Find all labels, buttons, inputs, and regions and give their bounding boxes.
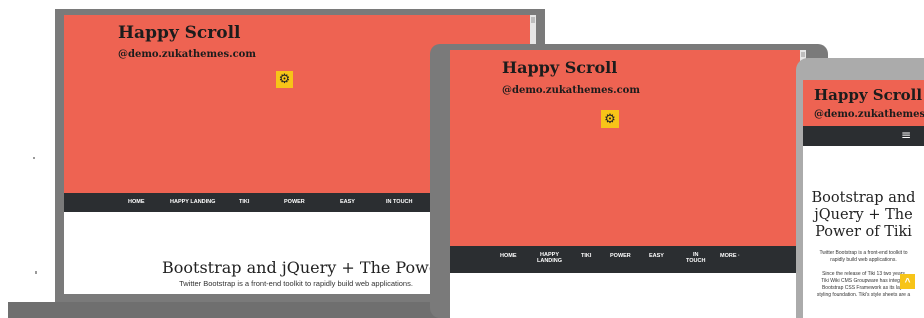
content-heading-line2: jQuery + The <box>814 207 913 223</box>
site-subtitle: @demo.zukathemes.com <box>814 109 924 120</box>
content-lead-line2: rapidly build web applications. <box>830 256 897 263</box>
nav-happy-landing-line2: LANDING <box>537 258 563 265</box>
gear-icon[interactable]: ⚙ <box>601 110 619 128</box>
tablet-screen: Happy Scroll @demo.zukathemes.com ⚙ HOME… <box>450 50 806 318</box>
gear-icon[interactable]: ⚙ <box>276 71 293 88</box>
scrollbar-thumb[interactable] <box>801 52 805 57</box>
scroll-top-button[interactable]: ^ <box>900 274 915 289</box>
nav-in-touch-line2: TOUCH <box>686 258 706 265</box>
laptop-base <box>8 302 448 318</box>
phone-screen: Happy Scroll @demo.zukathemes.com ≡ Boot… <box>803 80 924 318</box>
site-title[interactable]: Happy Scroll <box>814 86 922 104</box>
responsive-preview: Happy Scroll @demo.zukathemes.com ⚙ HOME… <box>0 0 924 318</box>
content-heading: Bootstrap and jQuery + The Power of Tiki <box>803 190 924 241</box>
nav-tiki[interactable]: TIKI <box>239 199 249 205</box>
hamburger-icon[interactable]: ≡ <box>899 128 913 142</box>
content-lead: Twitter Bootstrap is a front-end toolkit… <box>179 279 413 288</box>
mobile-nav: ≡ <box>803 126 924 146</box>
nav-home[interactable]: HOME <box>128 199 145 205</box>
nav-tiki[interactable]: TIKI <box>581 253 591 259</box>
site-subtitle: @demo.zukathemes.com <box>502 85 640 96</box>
margin-mark <box>35 271 37 274</box>
content-heading-line1: Bootstrap and <box>811 190 916 206</box>
content-lead: Twitter Bootstrap is a front-end toolkit… <box>803 250 924 263</box>
chevron-up-icon: ^ <box>904 277 911 288</box>
site-title[interactable]: Happy Scroll <box>502 58 617 77</box>
nav-power[interactable]: POWER <box>284 199 305 205</box>
nav-in-touch[interactable]: IN TOUCH <box>386 199 412 205</box>
nav-more[interactable]: MORE · <box>720 253 740 259</box>
nav-happy-landing[interactable]: HAPPY LANDING <box>537 252 562 265</box>
site-title[interactable]: Happy Scroll <box>118 23 241 43</box>
hero-banner: Happy Scroll @demo.zukathemes.com ⚙ <box>450 50 806 246</box>
nav-easy[interactable]: EASY <box>649 253 664 259</box>
margin-mark <box>33 157 35 159</box>
main-nav: HOME HAPPY LANDING TIKI POWER EASY IN TO… <box>450 246 806 273</box>
nav-power[interactable]: POWER <box>610 253 631 259</box>
content-lead-line1: Twitter Bootstrap is a front-end toolkit… <box>819 250 908 256</box>
nav-happy-landing[interactable]: HAPPY LANDING <box>170 199 215 205</box>
scrollbar-thumb[interactable] <box>531 17 535 23</box>
content-heading-line3: Power of Tiki <box>815 224 912 240</box>
hero-banner: Happy Scroll @demo.zukathemes.com <box>803 80 924 126</box>
nav-in-touch[interactable]: IN TOUCH <box>686 252 705 265</box>
site-subtitle: @demo.zukathemes.com <box>118 49 256 60</box>
nav-home[interactable]: HOME <box>500 253 517 259</box>
paragraph-line4: styling foundation. Tiki's style sheets … <box>816 292 911 298</box>
nav-easy[interactable]: EASY <box>340 199 355 205</box>
